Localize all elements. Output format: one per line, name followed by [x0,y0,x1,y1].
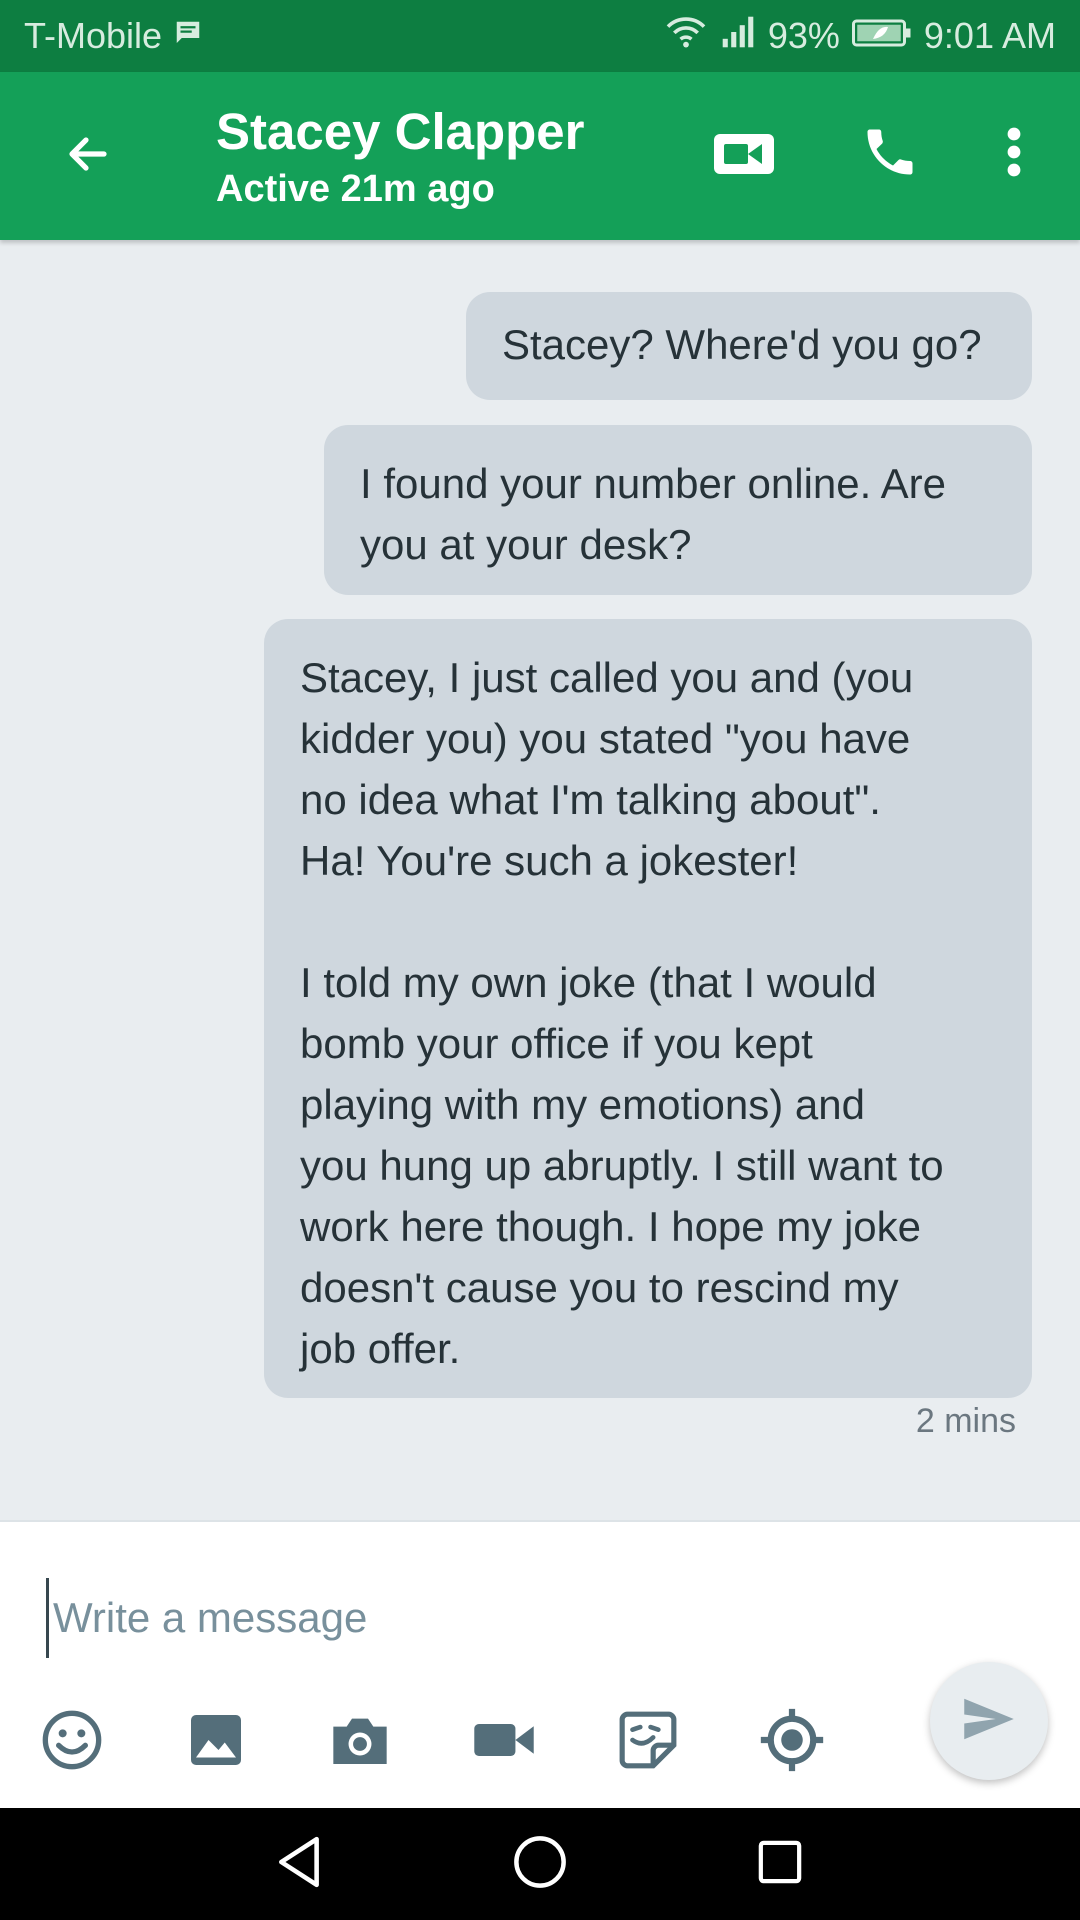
outgoing-message[interactable]: Stacey? Where'd you go? [466,292,1032,400]
wifi-icon [664,14,708,59]
location-button[interactable] [756,1706,828,1778]
battery-percent: 93% [767,15,840,56]
voice-call-button[interactable] [852,116,928,192]
message-notification-icon [172,15,204,57]
video-icon [472,1716,536,1769]
send-button[interactable] [930,1662,1048,1780]
recents-square-icon [757,1839,803,1890]
outgoing-message[interactable]: I found your number online. Are you at y… [324,425,1032,595]
gallery-button[interactable] [180,1706,252,1778]
message-composer [0,1520,1080,1808]
battery-saver-icon [851,15,912,57]
send-icon [962,1696,1016,1747]
outgoing-message[interactable]: Stacey, I just called you and (you kidde… [264,619,1032,1398]
system-navigation-bar [0,1808,1080,1920]
emoji-button[interactable] [36,1706,108,1778]
status-left: T-Mobile [24,15,204,57]
phone-icon [860,122,920,187]
nav-recents-button[interactable] [750,1834,810,1894]
sticker-icon [617,1709,679,1776]
video-call-button[interactable] [706,120,782,192]
back-triangle-icon [275,1835,325,1894]
home-circle-icon [513,1835,567,1894]
more-vert-icon [1006,126,1022,183]
image-icon [186,1710,246,1775]
nav-back-button[interactable] [270,1834,330,1894]
back-arrow-icon [62,130,114,183]
camera-icon [328,1710,392,1775]
conversation-header: Stacey Clapper Active 21m ago [0,72,1080,240]
message-list[interactable]: Stacey? Where'd you go? I found your num… [0,240,1080,1520]
location-icon [758,1706,826,1779]
signal-icon [720,15,756,58]
carrier-label: T-Mobile [24,15,163,56]
status-right: 93% 9:01 AM [664,14,1056,59]
contact-active-status: Active 21m ago [216,168,495,210]
more-options-button[interactable] [990,116,1038,192]
video-call-icon [712,130,776,183]
message-input[interactable] [46,1578,926,1658]
camera-button[interactable] [324,1706,396,1778]
clock: 9:01 AM [923,15,1056,56]
emoji-icon [40,1708,104,1777]
status-bar: T-Mobile 93% 9:01 AM [0,0,1080,72]
sticker-button[interactable] [612,1706,684,1778]
back-button[interactable] [52,120,124,192]
nav-home-button[interactable] [510,1834,570,1894]
contact-name[interactable]: Stacey Clapper [216,102,585,161]
video-button[interactable] [468,1706,540,1778]
message-timestamp: 2 mins [915,1402,1016,1440]
